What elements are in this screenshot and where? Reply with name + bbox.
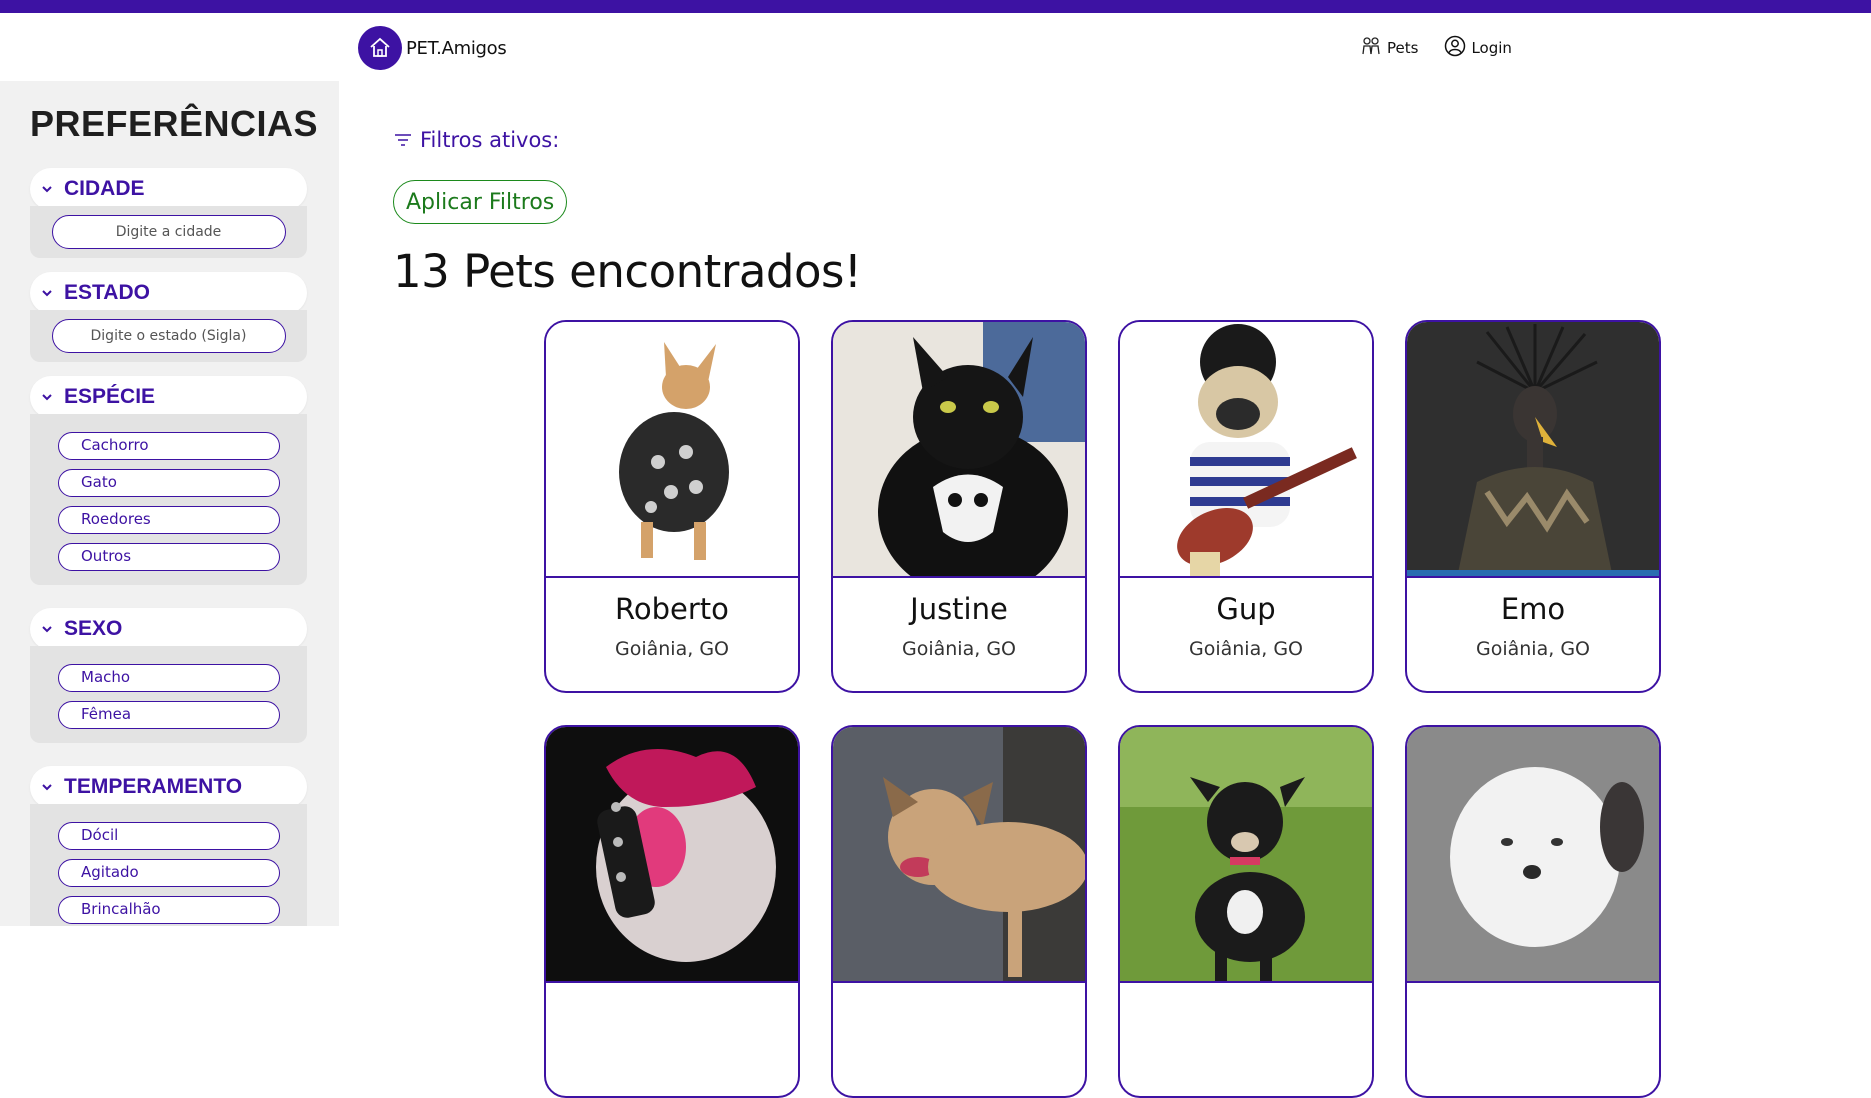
section-especie: ESPÉCIE Cachorro Gato Roedores Outros <box>30 376 307 585</box>
nav-pets[interactable]: Pets <box>1360 35 1418 61</box>
pet-card[interactable]: Justine Goiânia, GO <box>831 320 1087 693</box>
pet-name: Justine <box>910 592 1008 626</box>
species-option[interactable]: Outros <box>58 543 280 571</box>
chevron-down-icon <box>42 626 52 633</box>
section-sexo-toggle[interactable]: SEXO <box>30 608 307 650</box>
section-sexo: SEXO Macho Fêmea <box>30 608 307 743</box>
chevron-down-icon <box>42 290 52 297</box>
state-input[interactable] <box>51 319 286 353</box>
pet-name: Roberto <box>615 592 729 626</box>
pet-location: Goiânia, GO <box>1476 638 1590 660</box>
section-temperamento-body: Dócil Agitado Brincalhão <box>30 804 307 926</box>
pet-photo <box>1120 322 1372 578</box>
section-cidade-label: CIDADE <box>64 177 145 200</box>
pet-photo <box>833 727 1085 983</box>
top-accent-bar <box>0 0 1871 13</box>
nav-login[interactable]: Login <box>1444 35 1512 61</box>
species-option[interactable]: Cachorro <box>58 432 280 460</box>
chevron-down-icon <box>42 186 52 193</box>
apply-filters-button[interactable]: Aplicar Filtros <box>393 180 568 224</box>
pet-name: Gup <box>1216 592 1276 626</box>
pet-photo <box>546 322 798 578</box>
section-sexo-body: Macho Fêmea <box>30 646 307 743</box>
pets-icon <box>1360 35 1387 61</box>
nav-login-label: Login <box>1471 39 1512 57</box>
temperament-option[interactable]: Dócil <box>58 822 280 850</box>
species-option[interactable]: Gato <box>58 469 280 497</box>
pet-photo <box>1120 727 1372 983</box>
pet-card[interactable]: Emo Goiânia, GO <box>1405 320 1661 693</box>
pet-card[interactable]: Roberto Goiânia, GO <box>544 320 800 693</box>
chevron-down-icon <box>42 784 52 791</box>
section-sexo-label: SEXO <box>64 617 123 640</box>
temperament-option[interactable]: Agitado <box>58 859 280 887</box>
pet-location: Goiânia, GO <box>1189 638 1303 660</box>
sex-option[interactable]: Fêmea <box>58 701 280 729</box>
sidebar-title: PREFERÊNCIAS <box>30 103 319 144</box>
sex-option[interactable]: Macho <box>58 664 280 692</box>
pet-photo <box>833 322 1085 578</box>
filter-icon <box>395 134 411 146</box>
section-temperamento-label: TEMPERAMENTO <box>64 775 243 798</box>
pet-card[interactable] <box>1118 725 1374 1098</box>
nav-pets-label: Pets <box>1387 39 1419 57</box>
section-cidade-body <box>30 206 307 258</box>
active-filters-label: Filtros ativos: <box>420 128 560 152</box>
city-input[interactable] <box>51 215 286 249</box>
header: PET.Amigos Pets Login <box>0 13 1871 81</box>
pet-card[interactable]: Gup Goiânia, GO <box>1118 320 1374 693</box>
pet-location: Goiânia, GO <box>615 638 729 660</box>
preferences-sidebar: PREFERÊNCIAS CIDADE ESTADO ESPÉCIE Cacho… <box>0 81 339 926</box>
section-estado-label: ESTADO <box>64 281 150 304</box>
section-especie-body: Cachorro Gato Roedores Outros <box>30 414 307 585</box>
active-filters: Filtros ativos: <box>394 128 559 152</box>
pet-name: Emo <box>1500 592 1566 626</box>
section-estado-toggle[interactable]: ESTADO <box>30 272 307 314</box>
section-temperamento: TEMPERAMENTO Dócil Agitado Brincalhão <box>30 766 307 926</box>
pet-photo <box>1407 727 1659 983</box>
section-cidade: CIDADE <box>30 168 307 258</box>
section-cidade-toggle[interactable]: CIDADE <box>30 168 307 210</box>
section-estado: ESTADO <box>30 272 307 362</box>
home-icon <box>358 26 402 70</box>
pet-card[interactable] <box>1405 725 1661 1098</box>
temperament-option[interactable]: Brincalhão <box>58 896 280 924</box>
user-circle-icon <box>1444 35 1471 61</box>
top-nav: Pets Login <box>1360 35 1538 61</box>
species-option[interactable]: Roedores <box>58 506 280 534</box>
results-count-title: 13 Pets encontrados! <box>393 245 862 298</box>
section-temperamento-toggle[interactable]: TEMPERAMENTO <box>30 766 307 808</box>
brand-link[interactable]: PET.Amigos <box>358 26 507 70</box>
brand-name: PET.Amigos <box>406 37 507 59</box>
section-especie-toggle[interactable]: ESPÉCIE <box>30 376 307 418</box>
section-estado-body <box>30 310 307 362</box>
pet-location: Goiânia, GO <box>902 638 1016 660</box>
section-especie-label: ESPÉCIE <box>64 385 156 408</box>
pet-photo <box>1407 322 1659 578</box>
pet-card[interactable] <box>831 725 1087 1098</box>
chevron-down-icon <box>42 394 52 401</box>
pet-card[interactable] <box>544 725 800 1098</box>
pet-photo <box>546 727 798 983</box>
